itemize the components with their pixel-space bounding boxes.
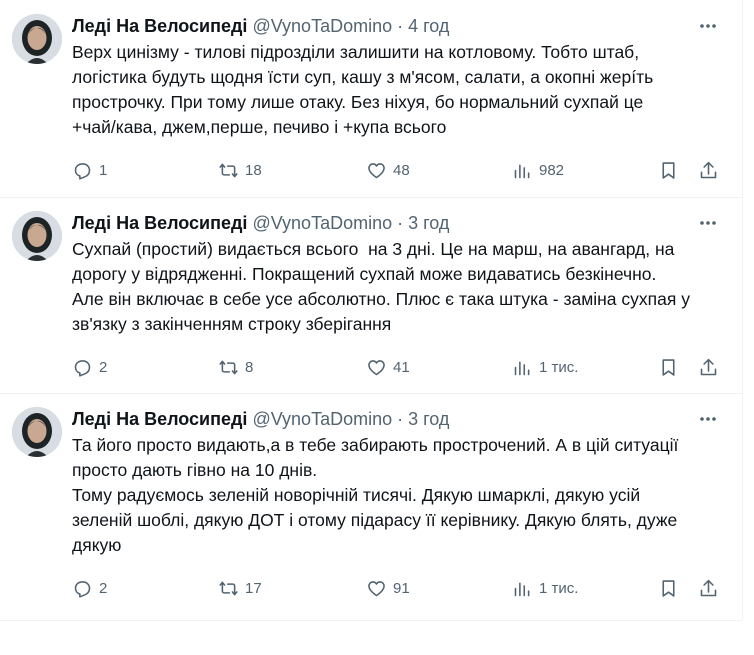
author-name[interactable]: Леді На Велосипеді <box>72 213 247 234</box>
tweet-header: Леді На Велосипеді @VynoTaDomino · 3 год <box>72 211 449 235</box>
repost-icon <box>219 581 238 595</box>
reply-button[interactable]: 1 <box>72 158 107 182</box>
author-handle[interactable]: @VynoTaDomino <box>252 213 392 234</box>
views-button[interactable]: 1 тис. <box>512 576 578 600</box>
tweet[interactable]: Леді На Велосипеді @VynoTaDomino · 3 год… <box>0 393 742 621</box>
like-button[interactable]: 41 <box>366 355 410 379</box>
view-count: 1 тис. <box>539 358 579 376</box>
view-count: 1 тис. <box>539 579 579 597</box>
timestamp[interactable]: 3 год <box>408 409 449 430</box>
repost-icon <box>219 360 238 374</box>
reply-icon <box>74 162 91 180</box>
share-icon <box>700 358 717 375</box>
action-bar: 2 17 91 1 тис. <box>72 576 722 600</box>
heart-icon <box>368 580 385 596</box>
author-name[interactable]: Леді На Велосипеді <box>72 16 247 37</box>
analytics-icon <box>514 163 530 178</box>
reply-button[interactable]: 2 <box>72 355 107 379</box>
avatar[interactable] <box>12 211 62 261</box>
analytics-icon <box>514 360 530 375</box>
repost-count: 8 <box>245 358 254 376</box>
repost-button[interactable]: 17 <box>218 576 262 600</box>
action-bar: 2 8 41 1 тис. <box>72 355 722 379</box>
view-count: 982 <box>539 161 565 179</box>
repost-button[interactable]: 8 <box>218 355 253 379</box>
author-handle[interactable]: @VynoTaDomino <box>252 16 392 37</box>
more-options-icon[interactable] <box>696 14 720 38</box>
more-options-icon[interactable] <box>696 407 720 431</box>
tweet-header: Леді На Велосипеді @VynoTaDomino · 3 год <box>72 407 449 431</box>
share-button[interactable] <box>698 158 719 182</box>
avatar[interactable] <box>12 407 62 457</box>
reply-icon <box>74 580 91 598</box>
separator-dot: · <box>397 15 404 36</box>
reply-icon <box>74 359 91 377</box>
tweet[interactable]: Леді На Велосипеді @VynoTaDomino · 4 год… <box>0 0 742 198</box>
bookmark-icon <box>662 579 675 597</box>
tweet[interactable]: Леді На Велосипеді @VynoTaDomino · 3 год… <box>0 197 742 394</box>
reply-count: 1 <box>99 161 108 179</box>
heart-icon <box>368 359 385 375</box>
avatar[interactable] <box>12 14 62 64</box>
author-handle[interactable]: @VynoTaDomino <box>252 409 392 430</box>
reply-count: 2 <box>99 358 108 376</box>
repost-button[interactable]: 18 <box>218 158 262 182</box>
share-button[interactable] <box>698 355 719 379</box>
more-options-icon[interactable] <box>696 211 720 235</box>
like-count: 48 <box>393 161 410 179</box>
bookmark-button[interactable] <box>658 576 679 600</box>
tweet-text: Сухпай (простий) видається всього на 3 д… <box>72 239 690 334</box>
timestamp[interactable]: 4 год <box>408 16 449 37</box>
separator-dot: · <box>397 212 404 233</box>
repost-icon <box>219 163 238 177</box>
tweet-text: Та його просто видають,а в тебе забирают… <box>72 435 679 555</box>
bookmark-icon <box>662 161 675 179</box>
tweet-thread: Леді На Велосипеді @VynoTaDomino · 4 год… <box>0 0 743 621</box>
bookmark-icon <box>662 358 675 376</box>
tweet-text: Верх цинізму - тилові підрозділи залишит… <box>72 42 654 137</box>
timestamp[interactable]: 3 год <box>408 213 449 234</box>
share-button[interactable] <box>698 576 719 600</box>
tweet-header: Леді На Велосипеді @VynoTaDomino · 4 год <box>72 14 449 38</box>
reply-button[interactable]: 2 <box>72 576 107 600</box>
views-button[interactable]: 982 <box>512 158 564 182</box>
action-bar: 1 18 48 982 <box>72 158 722 182</box>
bookmark-button[interactable] <box>658 158 679 182</box>
heart-icon <box>368 162 385 178</box>
like-button[interactable]: 91 <box>366 576 410 600</box>
bookmark-button[interactable] <box>658 355 679 379</box>
share-icon <box>700 161 717 178</box>
analytics-icon <box>514 581 530 596</box>
repost-count: 18 <box>245 161 262 179</box>
author-name[interactable]: Леді На Велосипеді <box>72 409 247 430</box>
like-count: 91 <box>393 579 410 597</box>
repost-count: 17 <box>245 579 262 597</box>
like-button[interactable]: 48 <box>366 158 410 182</box>
separator-dot: · <box>397 408 404 429</box>
like-count: 41 <box>393 358 410 376</box>
views-button[interactable]: 1 тис. <box>512 355 578 379</box>
reply-count: 2 <box>99 579 108 597</box>
share-icon <box>700 579 717 596</box>
